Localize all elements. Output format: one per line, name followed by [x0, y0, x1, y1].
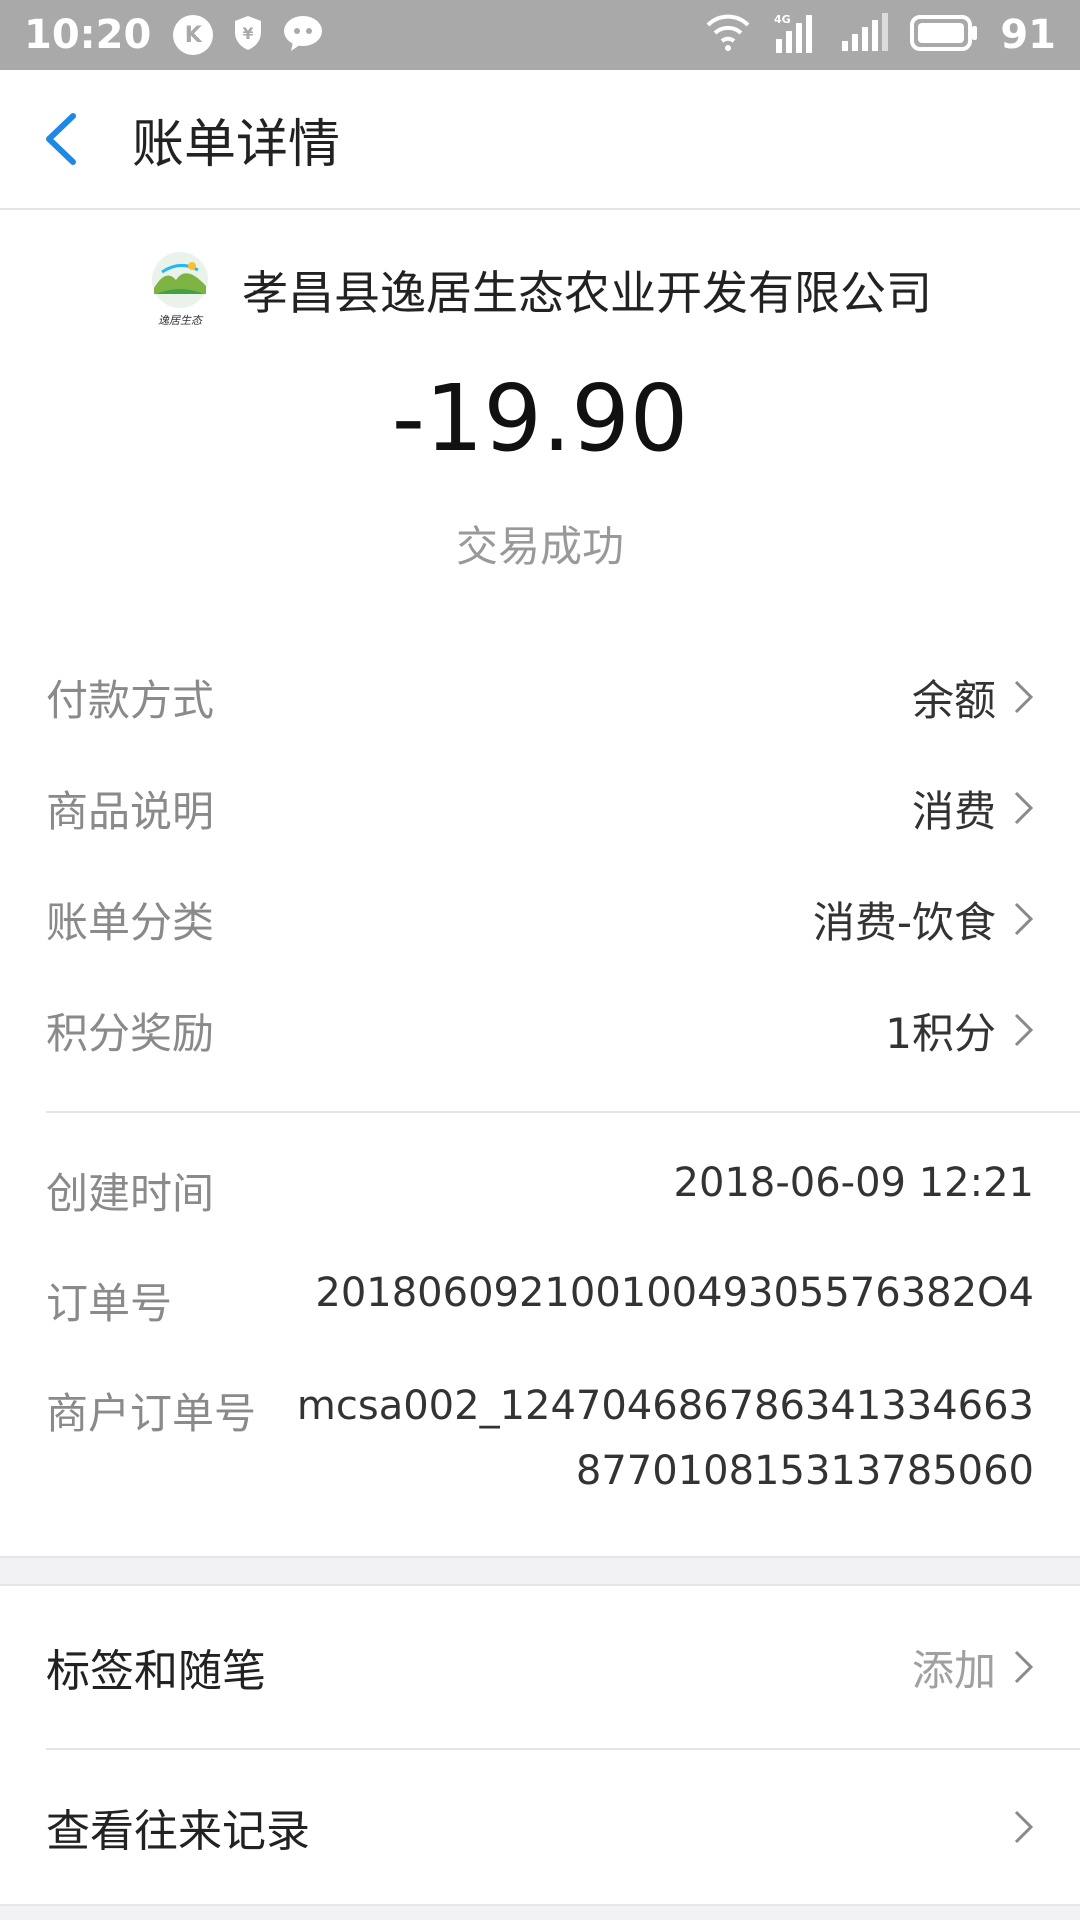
row-label: 账单分类	[46, 897, 215, 947]
bill-category-row[interactable]: 账单分类 消费-饮食	[46, 879, 1036, 959]
chevron-right-icon	[1014, 1650, 1034, 1684]
transaction-amount: -19.90	[391, 365, 689, 472]
chevron-right-icon	[1014, 1013, 1034, 1047]
row-value: 1积分	[885, 1008, 996, 1058]
merchant-order-label: 商户订单号	[46, 1389, 257, 1438]
page-title: 账单详情	[132, 114, 341, 175]
app-header: 账单详情	[0, 70, 1080, 210]
points-reward-row[interactable]: 积分奖励 1积分	[46, 990, 1036, 1070]
back-button[interactable]	[0, 69, 130, 209]
row-value: 消费	[911, 786, 996, 836]
status-right-icons: 4G 91	[706, 11, 1056, 59]
order-number-value: 20180609210010049305576382O4	[315, 1270, 1034, 1316]
tags-notes-row[interactable]: 标签和随笔 添加	[46, 1622, 1036, 1712]
divider	[46, 1748, 1080, 1750]
chevron-right-icon	[1014, 902, 1034, 936]
add-tag-link: 添加	[911, 1645, 996, 1695]
merchant-name: 孝昌县逸居生态农业开发有限公司	[242, 266, 932, 320]
chat-bubble-icon	[283, 14, 323, 56]
signal-4g-icon: 4G	[772, 11, 818, 59]
merchant-logo: 逸居生态	[148, 250, 212, 330]
signal-icon	[840, 13, 889, 57]
created-time-row: 创建时间 2018-06-09 12:21	[46, 1160, 1034, 1221]
created-time-label: 创建时间	[46, 1169, 215, 1218]
merchant-header: 逸居生态 孝昌县逸居生态农业开发有限公司	[0, 250, 1080, 330]
k-badge-icon: K	[173, 15, 214, 55]
row-label: 商品说明	[46, 786, 215, 836]
bottom-separator	[0, 1904, 1080, 1920]
shield-yen-icon: ¥	[233, 14, 263, 56]
order-number-label: 订单号	[46, 1279, 173, 1328]
merchant-order-row: 商户订单号 mcsa002_12470468678634133466387701…	[46, 1380, 1034, 1504]
row-value: 消费-饮食	[812, 897, 996, 947]
transaction-status: 交易成功	[455, 522, 624, 571]
created-time-value: 2018-06-09 12:21	[673, 1160, 1034, 1206]
chevron-right-icon	[1014, 680, 1034, 714]
divider	[46, 1111, 1080, 1113]
chevron-right-icon	[1014, 791, 1034, 825]
order-number-row: 订单号 20180609210010049305576382O4	[46, 1270, 1034, 1331]
svg-text:逸居生态: 逸居生态	[158, 314, 204, 327]
svg-text:¥: ¥	[243, 24, 254, 43]
section-separator	[0, 1556, 1080, 1586]
payment-method-row[interactable]: 付款方式 余额	[46, 657, 1036, 737]
status-time: 10:20	[24, 12, 152, 58]
merchant-order-value: mcsa002_12470468678634133466387701081531…	[296, 1383, 1034, 1494]
battery-icon	[910, 15, 978, 55]
row-value: 余额	[911, 675, 996, 725]
view-history-label: 查看往来记录	[46, 1806, 310, 1857]
chevron-left-icon	[46, 113, 76, 165]
view-history-row[interactable]: 查看往来记录	[46, 1782, 1036, 1872]
status-bar: 10:20 K ¥ 4G 91	[0, 0, 1080, 70]
product-description-row[interactable]: 商品说明 消费	[46, 768, 1036, 848]
status-left-icons: K ¥	[173, 14, 323, 56]
wifi-icon	[706, 13, 750, 57]
battery-level: 91	[1000, 12, 1056, 58]
row-label: 积分奖励	[46, 1008, 215, 1058]
chevron-right-icon	[1014, 1810, 1034, 1844]
tags-notes-label: 标签和随笔	[46, 1646, 266, 1697]
svg-text:4G: 4G	[774, 13, 791, 26]
row-label: 付款方式	[46, 675, 215, 725]
